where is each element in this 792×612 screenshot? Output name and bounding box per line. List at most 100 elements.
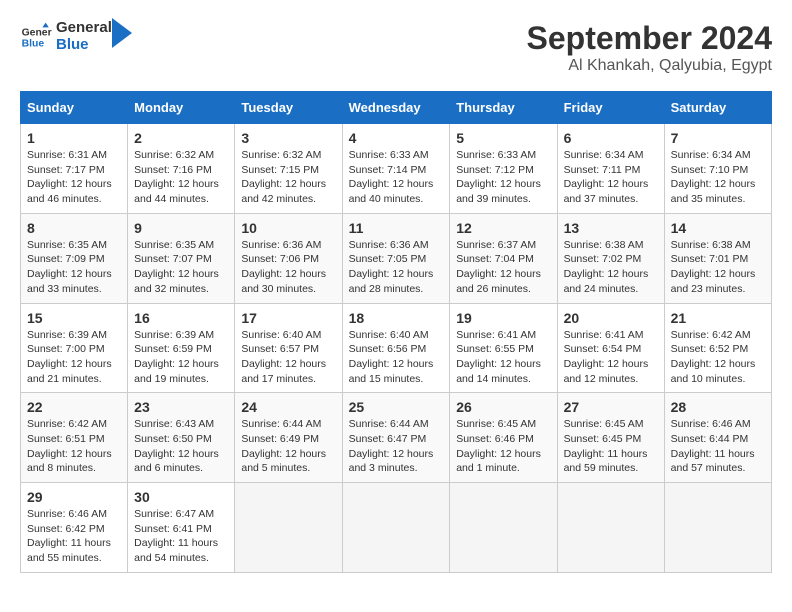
day-info: Sunrise: 6:46 AM Sunset: 6:42 PM Dayligh…	[27, 507, 121, 566]
calendar-week-row: 8 Sunrise: 6:35 AM Sunset: 7:09 PM Dayli…	[21, 213, 772, 303]
month-title: September 2024	[527, 20, 772, 57]
day-number: 23	[134, 399, 228, 415]
day-info: Sunrise: 6:47 AM Sunset: 6:41 PM Dayligh…	[134, 507, 228, 566]
calendar-cell	[235, 483, 342, 573]
day-number: 14	[671, 220, 765, 236]
day-info: Sunrise: 6:38 AM Sunset: 7:02 PM Dayligh…	[564, 238, 658, 297]
day-info: Sunrise: 6:36 AM Sunset: 7:06 PM Dayligh…	[241, 238, 335, 297]
day-info: Sunrise: 6:32 AM Sunset: 7:15 PM Dayligh…	[241, 148, 335, 207]
day-number: 3	[241, 130, 335, 146]
title-block: September 2024 Al Khankah, Qalyubia, Egy…	[527, 20, 772, 75]
day-number: 12	[456, 220, 550, 236]
day-number: 8	[27, 220, 121, 236]
calendar-cell: 6 Sunrise: 6:34 AM Sunset: 7:11 PM Dayli…	[557, 124, 664, 214]
calendar-cell: 29 Sunrise: 6:46 AM Sunset: 6:42 PM Dayl…	[21, 483, 128, 573]
day-number: 2	[134, 130, 228, 146]
calendar-header-row: SundayMondayTuesdayWednesdayThursdayFrid…	[21, 92, 772, 124]
day-number: 25	[349, 399, 444, 415]
calendar-cell: 24 Sunrise: 6:44 AM Sunset: 6:49 PM Dayl…	[235, 393, 342, 483]
day-info: Sunrise: 6:45 AM Sunset: 6:46 PM Dayligh…	[456, 417, 550, 476]
calendar-cell: 2 Sunrise: 6:32 AM Sunset: 7:16 PM Dayli…	[128, 124, 235, 214]
calendar-cell: 9 Sunrise: 6:35 AM Sunset: 7:07 PM Dayli…	[128, 213, 235, 303]
calendar-cell: 19 Sunrise: 6:41 AM Sunset: 6:55 PM Dayl…	[450, 303, 557, 393]
calendar-cell: 23 Sunrise: 6:43 AM Sunset: 6:50 PM Dayl…	[128, 393, 235, 483]
logo: General Blue General Blue	[20, 20, 132, 53]
day-number: 20	[564, 310, 658, 326]
day-number: 22	[27, 399, 121, 415]
calendar-cell: 26 Sunrise: 6:45 AM Sunset: 6:46 PM Dayl…	[450, 393, 557, 483]
calendar-cell: 11 Sunrise: 6:36 AM Sunset: 7:05 PM Dayl…	[342, 213, 450, 303]
calendar-cell: 18 Sunrise: 6:40 AM Sunset: 6:56 PM Dayl…	[342, 303, 450, 393]
day-info: Sunrise: 6:39 AM Sunset: 7:00 PM Dayligh…	[27, 328, 121, 387]
calendar-cell: 30 Sunrise: 6:47 AM Sunset: 6:41 PM Dayl…	[128, 483, 235, 573]
day-number: 18	[349, 310, 444, 326]
calendar-cell: 14 Sunrise: 6:38 AM Sunset: 7:01 PM Dayl…	[664, 213, 771, 303]
day-number: 17	[241, 310, 335, 326]
day-info: Sunrise: 6:40 AM Sunset: 6:56 PM Dayligh…	[349, 328, 444, 387]
day-info: Sunrise: 6:31 AM Sunset: 7:17 PM Dayligh…	[27, 148, 121, 207]
calendar-cell: 27 Sunrise: 6:45 AM Sunset: 6:45 PM Dayl…	[557, 393, 664, 483]
day-info: Sunrise: 6:34 AM Sunset: 7:10 PM Dayligh…	[671, 148, 765, 207]
calendar-cell	[664, 483, 771, 573]
day-number: 7	[671, 130, 765, 146]
day-info: Sunrise: 6:33 AM Sunset: 7:12 PM Dayligh…	[456, 148, 550, 207]
calendar-cell: 28 Sunrise: 6:46 AM Sunset: 6:44 PM Dayl…	[664, 393, 771, 483]
calendar-cell: 5 Sunrise: 6:33 AM Sunset: 7:12 PM Dayli…	[450, 124, 557, 214]
header-friday: Friday	[557, 92, 664, 124]
day-info: Sunrise: 6:42 AM Sunset: 6:51 PM Dayligh…	[27, 417, 121, 476]
calendar-cell: 17 Sunrise: 6:40 AM Sunset: 6:57 PM Dayl…	[235, 303, 342, 393]
day-info: Sunrise: 6:39 AM Sunset: 6:59 PM Dayligh…	[134, 328, 228, 387]
day-number: 4	[349, 130, 444, 146]
header-sunday: Sunday	[21, 92, 128, 124]
calendar-cell: 21 Sunrise: 6:42 AM Sunset: 6:52 PM Dayl…	[664, 303, 771, 393]
day-number: 15	[27, 310, 121, 326]
day-number: 1	[27, 130, 121, 146]
day-number: 5	[456, 130, 550, 146]
svg-text:General: General	[22, 27, 52, 38]
day-number: 6	[564, 130, 658, 146]
logo-icon: General Blue	[20, 21, 52, 53]
calendar-cell	[450, 483, 557, 573]
day-info: Sunrise: 6:34 AM Sunset: 7:11 PM Dayligh…	[564, 148, 658, 207]
header-wednesday: Wednesday	[342, 92, 450, 124]
calendar-cell: 10 Sunrise: 6:36 AM Sunset: 7:06 PM Dayl…	[235, 213, 342, 303]
logo-arrow-icon	[112, 18, 132, 48]
day-number: 26	[456, 399, 550, 415]
calendar-cell: 16 Sunrise: 6:39 AM Sunset: 6:59 PM Dayl…	[128, 303, 235, 393]
day-number: 11	[349, 220, 444, 236]
day-number: 13	[564, 220, 658, 236]
day-info: Sunrise: 6:44 AM Sunset: 6:49 PM Dayligh…	[241, 417, 335, 476]
day-number: 21	[671, 310, 765, 326]
calendar-cell: 13 Sunrise: 6:38 AM Sunset: 7:02 PM Dayl…	[557, 213, 664, 303]
day-info: Sunrise: 6:32 AM Sunset: 7:16 PM Dayligh…	[134, 148, 228, 207]
header-monday: Monday	[128, 92, 235, 124]
header-tuesday: Tuesday	[235, 92, 342, 124]
calendar-week-row: 1 Sunrise: 6:31 AM Sunset: 7:17 PM Dayli…	[21, 124, 772, 214]
location-title: Al Khankah, Qalyubia, Egypt	[527, 57, 772, 75]
day-info: Sunrise: 6:43 AM Sunset: 6:50 PM Dayligh…	[134, 417, 228, 476]
day-info: Sunrise: 6:35 AM Sunset: 7:09 PM Dayligh…	[27, 238, 121, 297]
day-number: 29	[27, 489, 121, 505]
calendar-cell: 7 Sunrise: 6:34 AM Sunset: 7:10 PM Dayli…	[664, 124, 771, 214]
calendar-cell: 12 Sunrise: 6:37 AM Sunset: 7:04 PM Dayl…	[450, 213, 557, 303]
day-info: Sunrise: 6:40 AM Sunset: 6:57 PM Dayligh…	[241, 328, 335, 387]
calendar-cell: 4 Sunrise: 6:33 AM Sunset: 7:14 PM Dayli…	[342, 124, 450, 214]
day-number: 27	[564, 399, 658, 415]
day-info: Sunrise: 6:35 AM Sunset: 7:07 PM Dayligh…	[134, 238, 228, 297]
day-info: Sunrise: 6:45 AM Sunset: 6:45 PM Dayligh…	[564, 417, 658, 476]
calendar-table: SundayMondayTuesdayWednesdayThursdayFrid…	[20, 91, 772, 573]
calendar-week-row: 15 Sunrise: 6:39 AM Sunset: 7:00 PM Dayl…	[21, 303, 772, 393]
day-number: 30	[134, 489, 228, 505]
calendar-cell: 22 Sunrise: 6:42 AM Sunset: 6:51 PM Dayl…	[21, 393, 128, 483]
calendar-cell: 1 Sunrise: 6:31 AM Sunset: 7:17 PM Dayli…	[21, 124, 128, 214]
logo-blue: Blue	[56, 37, 112, 54]
day-info: Sunrise: 6:33 AM Sunset: 7:14 PM Dayligh…	[349, 148, 444, 207]
day-number: 19	[456, 310, 550, 326]
day-number: 9	[134, 220, 228, 236]
logo-general: General	[56, 20, 112, 37]
day-info: Sunrise: 6:36 AM Sunset: 7:05 PM Dayligh…	[349, 238, 444, 297]
calendar-cell: 20 Sunrise: 6:41 AM Sunset: 6:54 PM Dayl…	[557, 303, 664, 393]
day-info: Sunrise: 6:44 AM Sunset: 6:47 PM Dayligh…	[349, 417, 444, 476]
page-header: General Blue General Blue September 2024…	[20, 20, 772, 75]
day-number: 28	[671, 399, 765, 415]
